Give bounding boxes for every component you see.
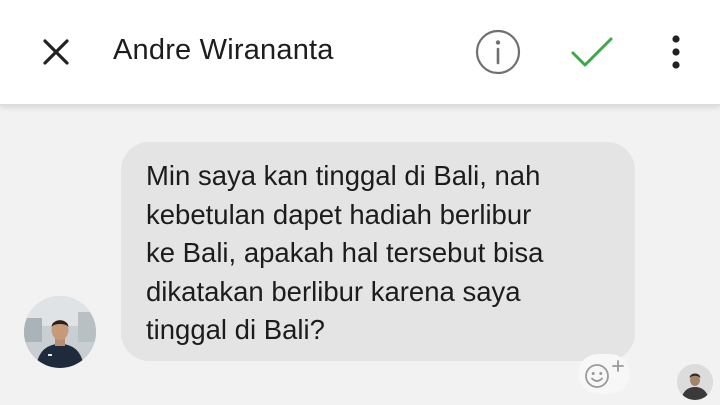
more-options-button[interactable] — [656, 26, 696, 78]
message-text: Min saya kan tinggal di Bali, nah kebetu… — [146, 160, 544, 345]
add-reaction-button[interactable] — [578, 354, 630, 394]
close-button[interactable] — [30, 26, 82, 78]
sender-photo — [24, 296, 96, 368]
info-icon — [475, 29, 521, 75]
read-receipt-photo — [677, 364, 713, 400]
info-button[interactable] — [472, 26, 524, 78]
read-receipt-avatar — [677, 364, 713, 400]
checkmark-icon — [571, 37, 613, 67]
confirm-button[interactable] — [566, 26, 618, 78]
close-icon — [43, 39, 69, 65]
conversation-header: Andre Wirananta — [0, 0, 720, 105]
add-reaction-icon — [585, 360, 624, 388]
contact-name: Andre Wirananta — [113, 34, 334, 66]
more-vertical-icon — [672, 35, 680, 69]
message-bubble[interactable]: Min saya kan tinggal di Bali, nah kebetu… — [121, 142, 635, 361]
sender-avatar[interactable] — [24, 296, 96, 368]
